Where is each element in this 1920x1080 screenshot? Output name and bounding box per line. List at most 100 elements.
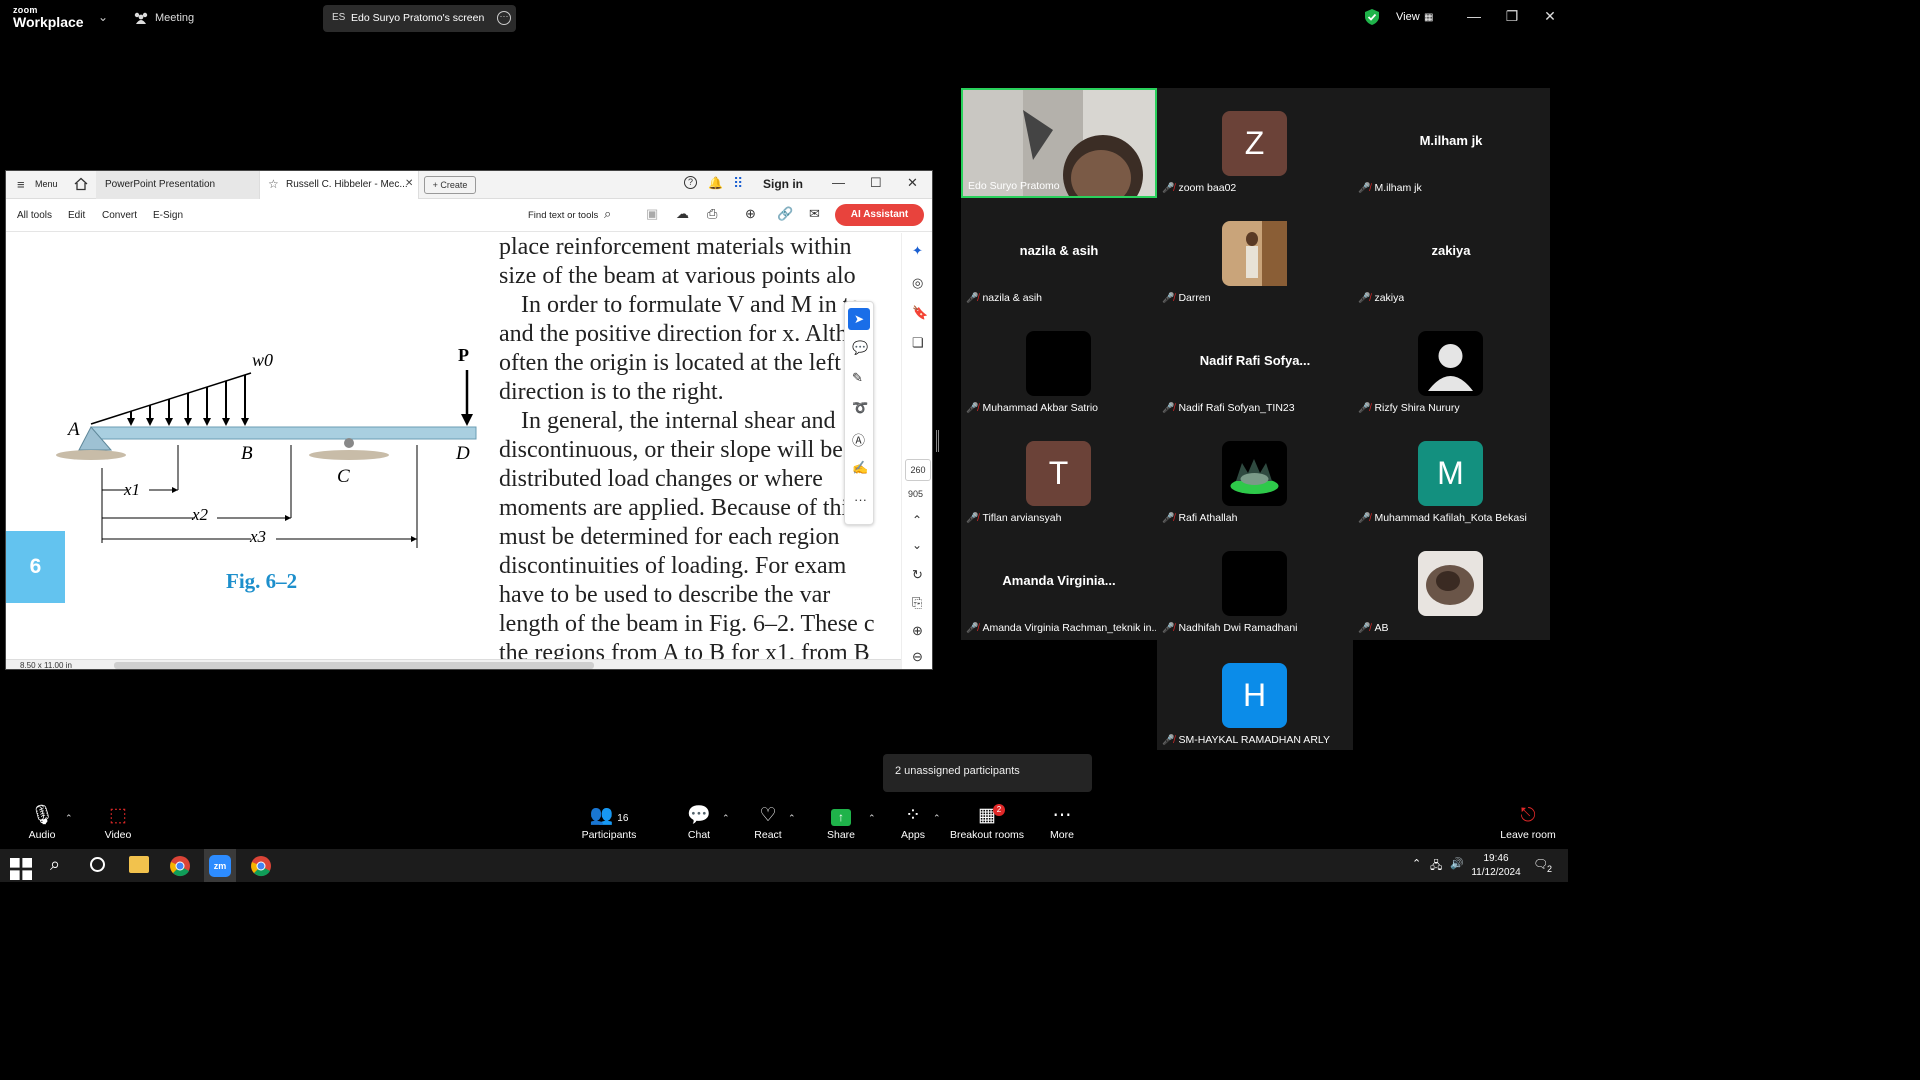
- link-icon[interactable]: 🔗: [777, 206, 793, 222]
- share-button[interactable]: ↑ Share: [806, 801, 876, 841]
- view-grid-icon[interactable]: ▦: [1424, 12, 1433, 23]
- pdf-page-view[interactable]: w0 P A B C D x1 x2 x3 6 Fig. 6–2 place r…: [6, 233, 901, 659]
- tab-hibbeler-pdf[interactable]: ☆ Russell C. Hibbeler - Mec... ✕: [259, 171, 419, 199]
- more-button[interactable]: ⋯ More: [1027, 801, 1097, 841]
- upload-cloud-icon[interactable]: ☁: [676, 206, 689, 222]
- participant-tile[interactable]: nazila & asih 🎤̸ nazila & asih: [961, 198, 1157, 308]
- participant-tile[interactable]: 🎤̸ Muhammad Akbar Satrio: [961, 308, 1157, 418]
- ai-summary-icon[interactable]: ✦: [912, 243, 923, 259]
- cortana-icon[interactable]: [90, 857, 105, 872]
- unassigned-participants-tooltip[interactable]: 2 unassigned participants: [883, 754, 1092, 792]
- pages-icon[interactable]: ❏: [912, 335, 924, 351]
- help-icon[interactable]: ?: [684, 176, 697, 189]
- participant-tile[interactable]: Z 🎤̸ zoom baa02: [1157, 88, 1353, 198]
- view-menu[interactable]: View: [1396, 11, 1420, 23]
- participant-tile[interactable]: 🎤̸ Rafi Athallah: [1157, 418, 1353, 528]
- leave-room-button[interactable]: ⎋ Leave room: [1493, 801, 1563, 841]
- tool-convert[interactable]: Convert: [102, 210, 137, 221]
- tool-e-sign[interactable]: E-Sign: [153, 210, 183, 221]
- shared-screen-tab[interactable]: ES Edo Suryo Pratomo's screen ···: [323, 5, 516, 32]
- acrobat-menu-button[interactable]: Menu: [35, 179, 58, 189]
- system-clock[interactable]: 19:46 11/12/2024: [1468, 852, 1524, 880]
- react-options-caret[interactable]: ⌃: [788, 813, 796, 824]
- video-button[interactable]: ⬚ Video: [83, 801, 153, 841]
- more-tools-icon[interactable]: ···: [854, 492, 867, 507]
- tab-powerpoint-presentation[interactable]: PowerPoint Presentation: [96, 171, 259, 199]
- participant-tile[interactable]: zakiya 🎤̸ zakiya: [1353, 198, 1549, 308]
- zoom-app-icon[interactable]: zm: [209, 855, 231, 877]
- participant-tile[interactable]: 🎤̸ Darren: [1157, 198, 1353, 308]
- comments-panel-icon[interactable]: ◎: [912, 275, 923, 291]
- email-icon[interactable]: ✉: [809, 206, 820, 222]
- apps-options-caret[interactable]: ⌃: [933, 813, 941, 824]
- select-cursor-icon[interactable]: ➤: [848, 308, 870, 330]
- close-tab-icon[interactable]: ✕: [405, 178, 413, 189]
- participant-tile[interactable]: Amanda Virginia... 🎤̸ Amanda Virginia Rac…: [961, 528, 1157, 638]
- acrobat-close-button[interactable]: ✕: [907, 175, 918, 191]
- windows-start-icon[interactable]: [10, 858, 32, 880]
- participant-tile[interactable]: 🎤̸ Nadhifah Dwi Ramadhani: [1157, 528, 1353, 638]
- text-box-icon[interactable]: Ⓐ: [852, 430, 865, 449]
- more-options-icon[interactable]: ···: [497, 11, 511, 25]
- ai-assistant-button[interactable]: AI Assistant: [835, 204, 924, 226]
- minimize-window-button[interactable]: —: [1464, 8, 1484, 24]
- network-icon[interactable]: 🖧: [1430, 857, 1442, 876]
- share-person-icon[interactable]: ⊕: [745, 206, 756, 222]
- notification-center-icon[interactable]: 🗨: [1533, 857, 1548, 871]
- zoom-logo: Workplace: [13, 14, 84, 30]
- print-icon[interactable]: ⎙: [707, 206, 717, 222]
- tray-overflow-icon[interactable]: ⌃: [1412, 857, 1421, 870]
- highlight-pen-icon[interactable]: ✎: [852, 370, 863, 386]
- participant-tile[interactable]: T 🎤̸ Tiflan arviansyah: [961, 418, 1157, 528]
- comment-icon[interactable]: 💬: [852, 340, 868, 356]
- encryption-shield-icon[interactable]: [1365, 9, 1379, 25]
- meeting-menu[interactable]: Meeting: [155, 12, 194, 24]
- home-icon[interactable]: [74, 177, 88, 191]
- tool-edit[interactable]: Edit: [68, 210, 85, 221]
- page-number-input[interactable]: 260: [905, 459, 931, 481]
- find-text-input[interactable]: Find text or tools: [528, 210, 598, 221]
- apps-grid-icon[interactable]: ⠿: [733, 175, 743, 192]
- save-icon[interactable]: ▣: [646, 206, 658, 222]
- audio-options-caret[interactable]: ⌃: [65, 813, 73, 824]
- restore-window-button[interactable]: ❐: [1502, 8, 1522, 25]
- search-icon[interactable]: ⌕: [604, 206, 611, 222]
- bookmarks-icon[interactable]: 🔖: [912, 305, 928, 321]
- resize-handle[interactable]: [936, 430, 939, 452]
- star-icon[interactable]: ☆: [268, 177, 279, 191]
- share-options-caret[interactable]: ⌃: [868, 813, 876, 824]
- previous-page-icon[interactable]: ⌃: [912, 513, 922, 527]
- sign-in-button[interactable]: Sign in: [763, 177, 803, 191]
- participant-tile[interactable]: M 🎤̸ Muhammad Kafilah_Kota Bekasi: [1353, 418, 1549, 528]
- file-explorer-icon[interactable]: [129, 856, 149, 873]
- close-window-button[interactable]: ✕: [1540, 8, 1560, 25]
- participant-tile[interactable]: Nadif Rafi Sofya... 🎤̸ Nadif Rafi Sofyan_…: [1157, 308, 1353, 418]
- hamburger-menu-icon[interactable]: ≡: [17, 177, 25, 192]
- breakout-rooms-button[interactable]: ▦ 2 Breakout rooms: [947, 801, 1027, 841]
- volume-icon[interactable]: 🔊: [1450, 857, 1464, 870]
- participant-tile-active-speaker[interactable]: Edo Suryo Pratomo: [961, 88, 1157, 198]
- chrome-icon[interactable]: [250, 855, 272, 877]
- participants-button[interactable]: 👥 16 Participants: [574, 801, 644, 841]
- fit-page-icon[interactable]: ⎘: [912, 595, 922, 611]
- chat-options-caret[interactable]: ⌃: [722, 813, 730, 824]
- create-button[interactable]: + Create: [424, 176, 476, 194]
- next-page-icon[interactable]: ⌄: [912, 538, 922, 552]
- rotate-icon[interactable]: ↻: [912, 567, 923, 583]
- sign-icon[interactable]: ✍: [852, 460, 868, 476]
- zoom-in-icon[interactable]: ⊕: [912, 623, 923, 639]
- draw-freehand-icon[interactable]: ➰: [852, 400, 868, 416]
- acrobat-minimize-button[interactable]: —: [832, 175, 845, 190]
- tool-all-tools[interactable]: All tools: [17, 210, 52, 221]
- participant-tile[interactable]: 🎤̸ AB: [1353, 528, 1549, 638]
- chrome-icon[interactable]: [169, 855, 191, 877]
- zoom-out-icon[interactable]: ⊖: [912, 649, 923, 665]
- acrobat-maximize-button[interactable]: ☐: [870, 175, 882, 191]
- horizontal-scrollbar[interactable]: [114, 662, 594, 669]
- participant-tile[interactable]: 🎤̸ Rizfy Shira Nurury: [1353, 308, 1549, 418]
- notification-bell-icon[interactable]: 🔔: [708, 176, 723, 190]
- chevron-down-icon[interactable]: ⌄: [98, 10, 108, 24]
- search-icon[interactable]: ⌕: [50, 854, 60, 875]
- participant-tile[interactable]: H 🎤̸ SM-HAYKAL RAMADHAN ARLY: [1157, 640, 1353, 750]
- participant-tile[interactable]: M.ilham jk 🎤̸ M.ilham jk: [1353, 88, 1549, 198]
